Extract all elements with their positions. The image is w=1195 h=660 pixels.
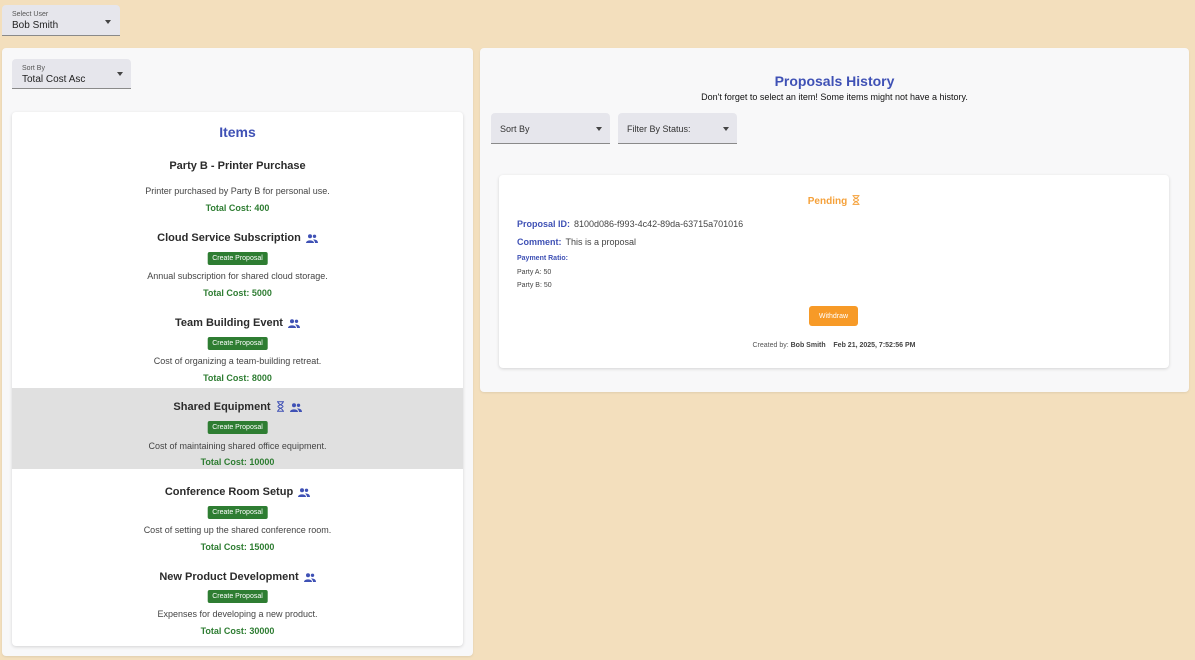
user-select[interactable]: Select User Bob Smith [2, 5, 120, 36]
item-conference-room[interactable]: Conference Room Setup Create Proposal Co… [12, 469, 463, 554]
caret-down-icon [596, 127, 602, 131]
item-description: Printer purchased by Party B for persona… [145, 186, 330, 196]
item-new-product-development[interactable]: New Product Development Create Proposal … [12, 554, 463, 642]
item-name: Cloud Service Subscription [12, 232, 463, 246]
hourglass-icon [276, 401, 285, 415]
withdraw-button[interactable]: Withdraw [809, 306, 858, 326]
item-total-cost: Total Cost: 8000 [203, 373, 272, 383]
item-description: Cost of maintaining shared office equipm… [148, 441, 327, 451]
items-panel: Sort By Total Cost Asc Items Party B - P… [2, 48, 473, 656]
party-b-ratio: Party B: 50 [517, 282, 552, 289]
proposals-history-subtitle: Don't forget to select an item! Some ite… [701, 92, 968, 102]
status-badge: Pending [499, 195, 1169, 208]
proposals-history-panel: Proposals History Don't forget to select… [480, 48, 1189, 392]
proposal-id-row: Proposal ID: 8100d086-f993-4c42-89da-6371… [517, 219, 743, 229]
item-description: Expenses for developing a new product. [157, 609, 318, 619]
comment-label: Comment: [517, 237, 562, 247]
item-name: Shared Equipment [12, 401, 463, 415]
item-shared-equipment[interactable]: Shared Equipment Create Proposal Cost of… [12, 388, 463, 469]
party-a-ratio: Party A: 50 [517, 269, 552, 276]
create-proposal-button[interactable]: Create Proposal [207, 337, 268, 350]
created-by-name: Bob Smith [790, 342, 826, 349]
caret-down-icon [117, 72, 123, 76]
item-name: Conference Room Setup [12, 486, 463, 500]
proposals-history-title: Proposals History [774, 73, 895, 89]
items-card: Items Party B - Printer Purchase Printer… [12, 112, 463, 646]
item-name: Team Building Event [12, 317, 463, 331]
user-select-label: Select User [12, 11, 49, 18]
status-filter-placeholder: Filter By Status: [627, 124, 691, 134]
payment-ratio-label: Payment Ratio: [517, 255, 568, 262]
history-sort-select[interactable]: Sort By [491, 113, 610, 144]
sort-select-label: Sort By [22, 65, 45, 72]
item-total-cost: Total Cost: 400 [205, 203, 270, 213]
item-total-cost: Total Cost: 30000 [200, 626, 275, 636]
item-team-building[interactable]: Team Building Event Create Proposal Cost… [12, 303, 463, 388]
item-total-cost: Total Cost: 5000 [203, 288, 272, 298]
created-at: Feb 21, 2025, 7:52:56 PM [833, 342, 916, 349]
status-filter-select[interactable]: Filter By Status: [618, 113, 737, 144]
item-name: Party B - Printer Purchase [169, 160, 306, 172]
item-description: Annual subscription for shared cloud sto… [147, 271, 328, 281]
group-icon [289, 403, 302, 415]
create-proposal-button[interactable]: Create Proposal [207, 252, 268, 265]
caret-down-icon [723, 127, 729, 131]
created-info: Created by: Bob Smith Feb 21, 2025, 7:52… [499, 342, 1169, 349]
group-icon [305, 234, 318, 246]
group-icon [303, 573, 316, 585]
hourglass-icon [852, 195, 860, 208]
group-icon [298, 488, 311, 500]
group-icon [287, 319, 300, 331]
history-sort-placeholder: Sort By [500, 124, 530, 134]
user-select-value: Bob Smith [12, 20, 59, 31]
item-total-cost: Total Cost: 15000 [200, 542, 275, 552]
created-by-label: Created by: [752, 342, 789, 349]
item-cloud-service[interactable]: Cloud Service Subscription Create Propos… [12, 218, 463, 303]
comment-text: This is a proposal [565, 237, 637, 247]
proposal-id-label: Proposal ID: [517, 219, 571, 229]
sort-select-value: Total Cost Asc [22, 74, 86, 85]
create-proposal-button[interactable]: Create Proposal [207, 421, 268, 434]
item-description: Cost of setting up the shared conference… [143, 525, 332, 535]
create-proposal-button[interactable]: Create Proposal [207, 590, 268, 603]
item-description: Cost of organizing a team-building retre… [153, 356, 322, 366]
item-printer-purchase[interactable]: Party B - Printer Purchase Printer purch… [12, 152, 463, 218]
items-title: Items [219, 124, 256, 140]
comment-row: Comment: This is a proposal [517, 237, 636, 247]
create-proposal-button[interactable]: Create Proposal [207, 506, 268, 519]
item-total-cost: Total Cost: 10000 [200, 457, 275, 467]
proposals-list: Pending Proposal ID: 8100d086-f993-4c42-8… [491, 166, 1177, 370]
sort-select[interactable]: Sort By Total Cost Asc [12, 59, 131, 89]
caret-down-icon [105, 20, 111, 24]
item-name: New Product Development [12, 571, 463, 585]
proposal-card: Pending Proposal ID: 8100d086-f993-4c42-8… [499, 175, 1169, 368]
proposal-id: 8100d086-f993-4c42-89da-63715a701016 [574, 219, 744, 229]
